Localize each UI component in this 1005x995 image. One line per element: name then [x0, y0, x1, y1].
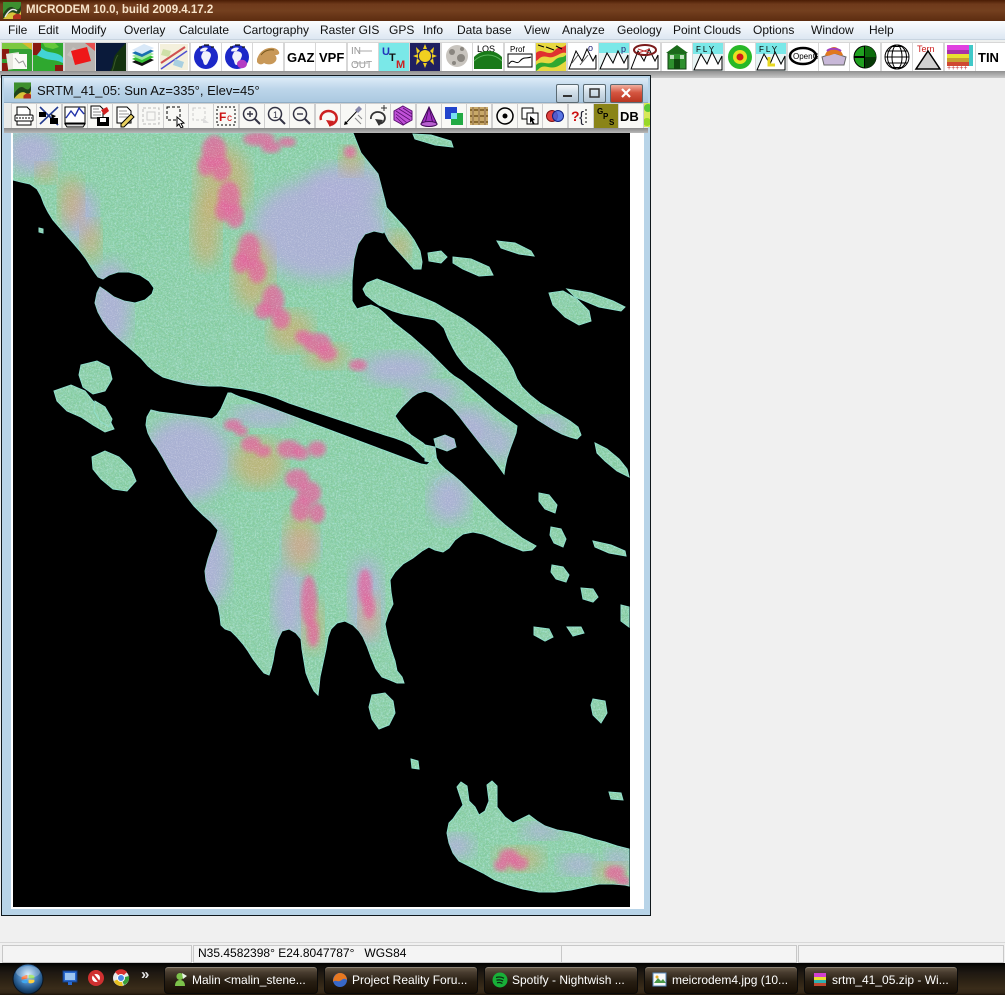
svg-text:S: S [609, 118, 615, 127]
svg-text:c: c [227, 113, 232, 124]
svg-text:GAZ: GAZ [287, 50, 315, 65]
svg-text:o: o [588, 43, 593, 53]
svg-text:FLY: FLY [696, 45, 716, 54]
svg-text:OpenGL: OpenGL [793, 52, 818, 61]
svg-text:{: { [579, 109, 584, 126]
svg-text:1: 1 [273, 110, 278, 120]
svg-text:M: M [396, 59, 405, 71]
svg-text:TIN: TIN [978, 50, 999, 65]
svg-text:Tern: Tern [917, 44, 935, 54]
svg-text:OUT: OUT [351, 60, 372, 71]
svg-text:p: p [621, 44, 626, 54]
svg-text:T: T [389, 52, 396, 64]
svg-text:DB: DB [620, 109, 639, 124]
svg-text:F: F [219, 110, 226, 124]
svg-text:Prof: Prof [510, 45, 525, 54]
svg-text:FLY: FLY [759, 45, 779, 54]
svg-text:VPF: VPF [319, 50, 344, 65]
